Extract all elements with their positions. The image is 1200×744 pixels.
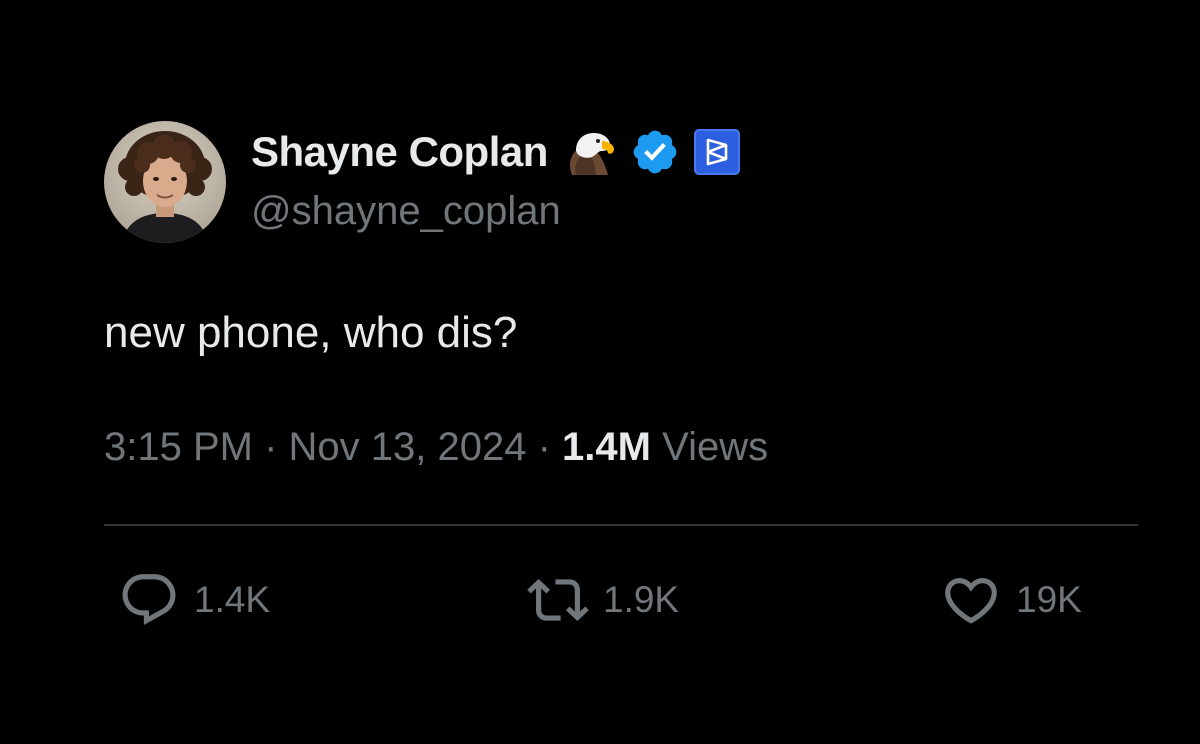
like-count: 19K: [1016, 579, 1082, 620]
reply-count: 1.4K: [194, 579, 271, 620]
display-name[interactable]: Shayne Coplan: [251, 126, 548, 178]
reply-button[interactable]: 1.4K: [118, 567, 270, 633]
views-label: Views: [662, 425, 769, 469]
retweet-count: 1.9K: [603, 579, 680, 620]
eagle-icon: [562, 129, 616, 175]
heart-icon: [940, 569, 1002, 631]
tweet-date[interactable]: Nov 13, 2024: [289, 425, 527, 469]
meta-separator: ·: [264, 425, 289, 469]
retweet-button[interactable]: 1.9K: [527, 567, 679, 633]
views-count: 1.4M: [562, 425, 651, 469]
meta-separator: ·: [537, 425, 563, 469]
tweet-card: Shayne Coplan @shayne_coplan new phone, …: [0, 0, 1200, 744]
avatar[interactable]: [104, 121, 226, 243]
divider: [104, 524, 1138, 526]
name-row: Shayne Coplan: [251, 126, 740, 178]
retweet-icon: [527, 569, 589, 631]
tweet-time[interactable]: 3:15 PM: [104, 425, 253, 469]
reply-icon: [118, 569, 180, 631]
polymarket-affiliate-icon[interactable]: [693, 129, 740, 175]
like-button[interactable]: 19K: [940, 567, 1082, 633]
tweet-meta: 3:15 PM · Nov 13, 2024 · 1.4M Views: [104, 420, 768, 474]
user-handle[interactable]: @shayne_coplan: [251, 185, 740, 237]
author-block: Shayne Coplan @shayne_coplan: [251, 126, 740, 237]
verified-badge-icon[interactable]: [630, 127, 680, 177]
tweet-text: new phone, who dis?: [104, 308, 518, 357]
